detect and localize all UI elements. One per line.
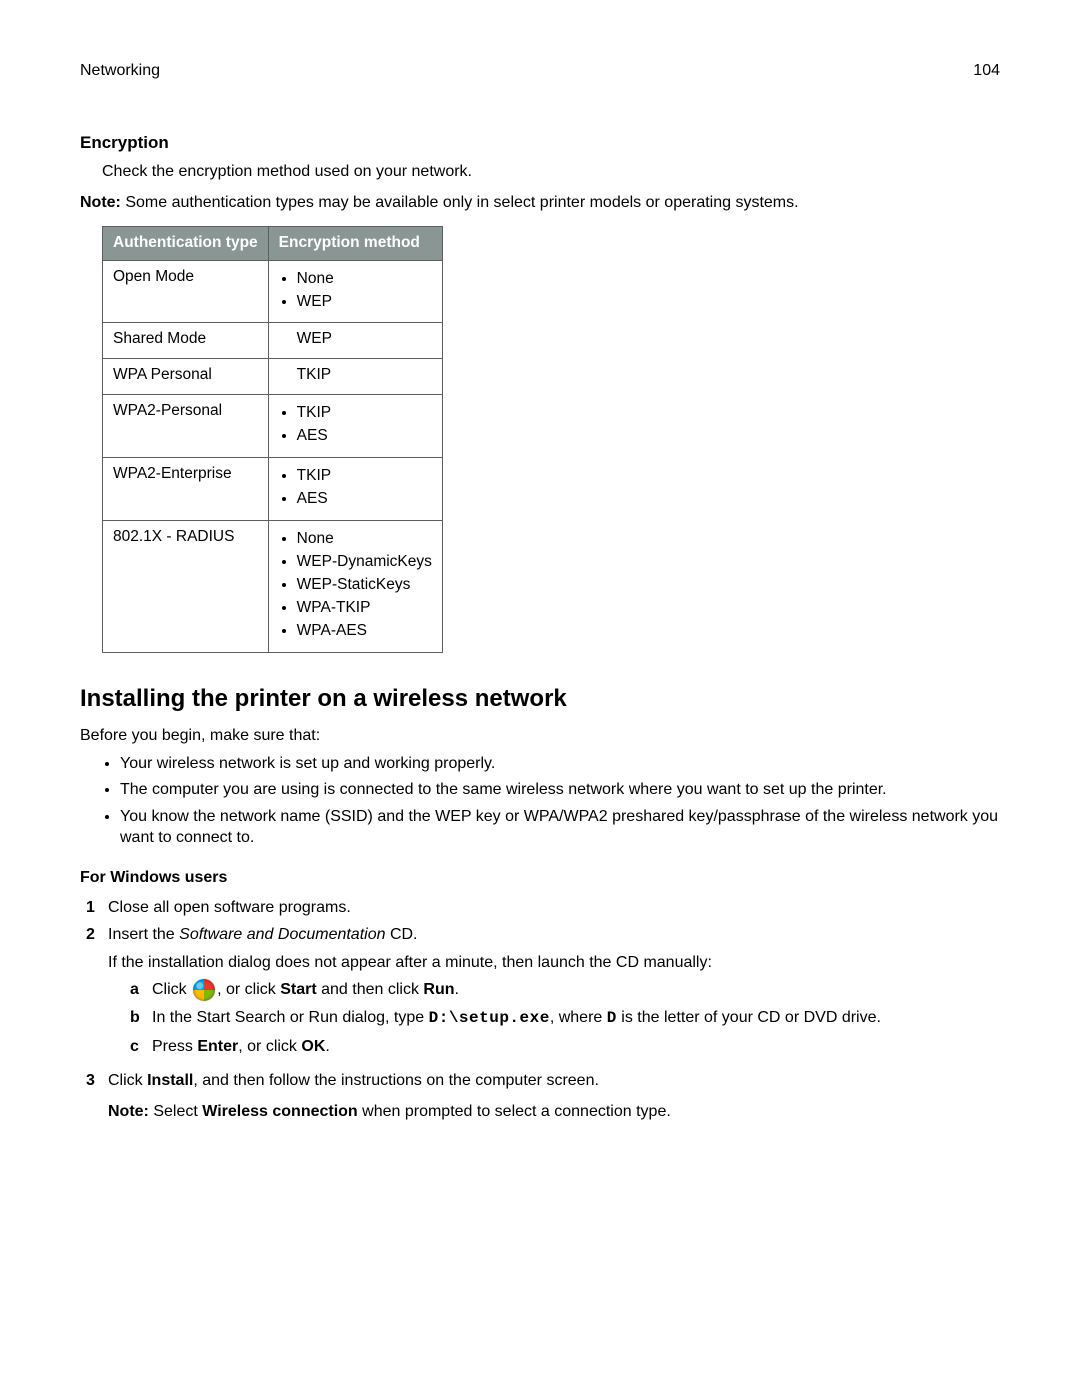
step3-note: Note: Select Wireless connection when pr… <box>108 1101 1000 1123</box>
enc-item: TKIP <box>297 403 432 424</box>
encryption-intro: Check the encryption method used on your… <box>102 161 1000 183</box>
enc-item: TKIP <box>297 466 432 487</box>
table-header-row: Authentication type Encryption method <box>103 226 443 260</box>
enc-cell: TKIP AES <box>268 458 442 521</box>
th-enc-method: Encryption method <box>268 226 442 260</box>
step-1: 1 Close all open software programs. <box>86 897 1000 919</box>
step-body: Close all open software programs. <box>108 897 1000 919</box>
windows-steps: 1 Close all open software programs. 2 In… <box>86 897 1000 1135</box>
enc-item: AES <box>297 489 432 510</box>
enc-item: WEP <box>297 292 432 313</box>
step-marker: 3 <box>86 1070 108 1135</box>
enc-cell: None WEP-DynamicKeys WEP-StaticKeys WPA-… <box>268 521 442 653</box>
auth-cell: 802.1X - RADIUS <box>103 521 269 653</box>
step-body: Insert the Software and Documentation CD… <box>108 924 1000 1063</box>
note-text: Some authentication types may be availab… <box>121 194 799 211</box>
auth-cell: Open Mode <box>103 260 269 323</box>
list-item: The computer you are using is connected … <box>120 779 1000 801</box>
substep-b: b In the Start Search or Run dialog, typ… <box>130 1007 1000 1030</box>
substep-marker: c <box>130 1036 152 1058</box>
step2-note: If the installation dialog does not appe… <box>108 952 1000 974</box>
page-header: Networking 104 <box>80 60 1000 82</box>
auth-cell: WPA2-Personal <box>103 395 269 458</box>
windows-start-orb-icon <box>193 979 215 1001</box>
enc-item: None <box>297 269 432 290</box>
table-row: Open Mode None WEP <box>103 260 443 323</box>
auth-cell: Shared Mode <box>103 323 269 359</box>
step-body: Click Install, and then follow the instr… <box>108 1070 1000 1135</box>
windows-heading: For Windows users <box>80 867 1000 889</box>
step2-substeps: a Click , or click Start and then click … <box>130 979 1000 1057</box>
step-3: 3 Click Install, and then follow the ins… <box>86 1070 1000 1135</box>
encryption-note: Note: Some authentication types may be a… <box>80 192 1000 214</box>
setup-path-code: D:\setup.exe <box>429 1009 550 1027</box>
enc-item: WEP-StaticKeys <box>297 575 432 596</box>
enc-item: AES <box>297 426 432 447</box>
table-row: WPA Personal TKIP <box>103 359 443 395</box>
table-row: WPA2-Enterprise TKIP AES <box>103 458 443 521</box>
enc-item: None <box>297 529 432 550</box>
prereq-list: Your wireless network is set up and work… <box>80 753 1000 849</box>
table-row: Shared Mode WEP <box>103 323 443 359</box>
list-item: You know the network name (SSID) and the… <box>120 806 1000 849</box>
step-marker: 2 <box>86 924 108 1063</box>
step-2: 2 Insert the Software and Documentation … <box>86 924 1000 1063</box>
enc-cell: WEP <box>268 323 442 359</box>
enc-item: WPA-AES <box>297 621 432 642</box>
substep-marker: b <box>130 1007 152 1030</box>
table-row: WPA2-Personal TKIP AES <box>103 395 443 458</box>
substep-marker: a <box>130 979 152 1001</box>
list-item: Your wireless network is set up and work… <box>120 753 1000 775</box>
encryption-table: Authentication type Encryption method Op… <box>102 226 443 653</box>
install-heading: Installing the printer on a wireless net… <box>80 683 1000 715</box>
enc-cell: TKIP <box>268 359 442 395</box>
table-row: 802.1X - RADIUS None WEP-DynamicKeys WEP… <box>103 521 443 653</box>
enc-cell: None WEP <box>268 260 442 323</box>
cd-title: Software and Documentation <box>179 926 385 943</box>
substep-a: a Click , or click Start and then click … <box>130 979 1000 1001</box>
install-before: Before you begin, make sure that: <box>80 725 1000 747</box>
note-label: Note: <box>80 194 121 211</box>
enc-item: WPA-TKIP <box>297 598 432 619</box>
substep-c: c Press Enter, or click OK. <box>130 1036 1000 1058</box>
auth-cell: WPA2-Enterprise <box>103 458 269 521</box>
header-section: Networking <box>80 60 160 82</box>
enc-item: WEP-DynamicKeys <box>297 552 432 573</box>
auth-cell: WPA Personal <box>103 359 269 395</box>
th-auth-type: Authentication type <box>103 226 269 260</box>
enc-cell: TKIP AES <box>268 395 442 458</box>
header-page-number: 104 <box>973 60 1000 82</box>
encryption-heading: Encryption <box>80 132 1000 155</box>
step-marker: 1 <box>86 897 108 919</box>
